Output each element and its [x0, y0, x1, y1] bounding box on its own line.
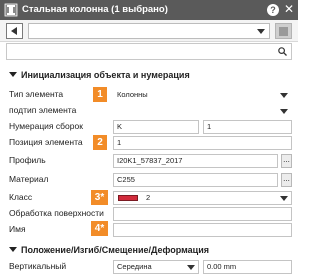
profile-browse-button[interactable]: ...	[281, 154, 292, 168]
section-position-header[interactable]: Положение/Изгиб/Смещение/Деформация	[0, 243, 298, 257]
vertical-select[interactable]: Середина	[113, 260, 199, 274]
toolbar	[0, 20, 298, 42]
save-button[interactable]	[275, 23, 292, 39]
surface-treatment-input[interactable]	[113, 207, 292, 221]
row-element-subtype: подтип элемента	[0, 103, 298, 119]
material-input[interactable]: C255	[113, 173, 278, 187]
material-label: Материал	[9, 174, 49, 184]
element-subtype-label: подтип элемента	[9, 105, 77, 115]
name-label: Имя	[9, 224, 26, 234]
assembly-numbering-label: Нумерация сборок	[9, 121, 83, 131]
row-class: Класс 3* 2	[0, 190, 298, 206]
window-title: Стальная колонна (1 выбрано)	[22, 4, 168, 15]
class-label: Класс	[9, 192, 33, 202]
element-type-select[interactable]: Колонны	[113, 88, 292, 102]
row-name: Имя 4*	[0, 221, 298, 238]
chevron-down-icon	[187, 265, 195, 270]
caret-down-icon	[9, 72, 17, 77]
title-bar: Стальная колонна (1 выбрано) ? ✕	[0, 0, 298, 20]
row-material: Материал C255 ...	[0, 172, 298, 188]
search-input[interactable]	[6, 43, 292, 60]
section-init-header[interactable]: Инициализация объекта и нумерация	[0, 68, 298, 82]
settings-select[interactable]	[28, 23, 270, 39]
help-icon[interactable]: ?	[267, 4, 279, 16]
chevron-down-icon	[280, 196, 288, 201]
class-value: 2	[146, 193, 151, 202]
column-icon	[4, 3, 18, 17]
row-vertical: Вертикальный Середина 0.00 mm	[0, 259, 298, 275]
vertical-label: Вертикальный	[9, 261, 67, 271]
element-type-label: Тип элемента	[9, 89, 64, 99]
back-button[interactable]	[6, 23, 23, 39]
class-select[interactable]: 2	[113, 191, 292, 205]
chevron-down-icon	[280, 93, 288, 98]
vertical-value: Середина	[117, 262, 152, 271]
chevron-down-icon	[280, 109, 288, 114]
callout-badge-2: 2	[93, 135, 107, 150]
row-element-position: Позиция элемента 2 1	[0, 135, 298, 151]
row-assembly-numbering: Нумерация сборок K 1	[0, 119, 298, 135]
class-color-swatch	[118, 195, 138, 201]
row-profile: Профиль I20K1_57837_2017 ...	[0, 153, 298, 169]
assembly-prefix-input[interactable]: K	[113, 120, 199, 134]
element-type-value: Колонны	[117, 90, 148, 99]
row-surface-treatment: Обработка поверхности	[0, 206, 298, 222]
caret-down-icon	[9, 247, 17, 252]
element-position-input[interactable]: 1	[113, 136, 292, 150]
profile-input[interactable]: I20K1_57837_2017	[113, 154, 278, 168]
profile-label: Профиль	[9, 155, 46, 165]
callout-badge-3: 3*	[91, 190, 108, 205]
section-init-title: Инициализация объекта и нумерация	[21, 70, 190, 80]
material-browse-button[interactable]: ...	[281, 173, 292, 187]
surface-treatment-label: Обработка поверхности	[9, 208, 104, 218]
arrow-left-icon	[11, 27, 17, 35]
row-element-type: Тип элемента 1 Колонны	[0, 87, 298, 103]
assembly-start-input[interactable]: 1	[203, 120, 292, 134]
section-position-title: Положение/Изгиб/Смещение/Деформация	[21, 245, 210, 255]
chevron-down-icon	[257, 29, 265, 34]
name-input[interactable]	[113, 223, 292, 237]
element-position-label: Позиция элемента	[9, 137, 83, 147]
close-icon[interactable]: ✕	[284, 2, 294, 16]
search-icon	[278, 47, 287, 56]
element-subtype-select[interactable]	[113, 104, 292, 118]
callout-badge-4: 4*	[91, 221, 108, 236]
save-icon	[279, 27, 288, 36]
vertical-offset-input[interactable]: 0.00 mm	[203, 260, 292, 274]
callout-badge-1: 1	[93, 87, 107, 102]
